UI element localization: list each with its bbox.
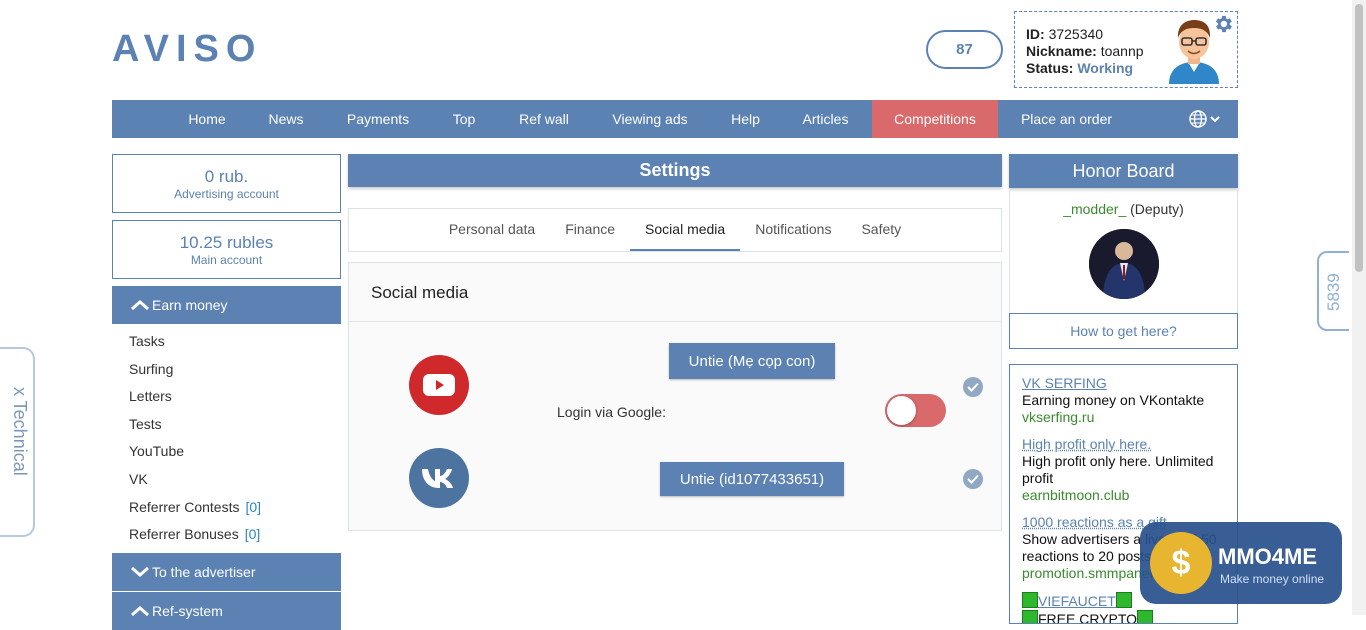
menu-youtube[interactable]: YouTube xyxy=(129,438,341,466)
dollar-coin-icon: $ xyxy=(1150,532,1212,594)
to-advertiser-header[interactable]: To the advertiser xyxy=(112,553,341,591)
menu-referrer-contests[interactable]: Referrer Contests [0] xyxy=(129,494,341,522)
ad-desc: FREE CRYPTO xyxy=(1038,611,1137,624)
chevron-down-icon xyxy=(130,566,150,578)
menu-referrer-bonuses[interactable]: Referrer Bonuses [0] xyxy=(129,521,341,549)
watermark-subtitle: Make money online xyxy=(1220,572,1324,586)
ad-item[interactable]: High profit only here. High profit only … xyxy=(1022,436,1225,504)
nav-viewing-ads[interactable]: Viewing ads xyxy=(588,100,712,138)
ad-url: vkserfing.ru xyxy=(1022,409,1225,426)
nav-news[interactable]: News xyxy=(244,100,328,138)
gear-icon[interactable] xyxy=(1212,13,1234,35)
ref-system-header[interactable]: Ref-system xyxy=(112,592,341,630)
green-check-icon xyxy=(1116,592,1132,608)
youtube-icon xyxy=(409,355,469,415)
chevron-up-icon xyxy=(130,299,150,311)
site-logo[interactable]: AVISO xyxy=(112,28,262,71)
toggle-knob xyxy=(887,396,916,425)
nav-place-order[interactable]: Place an order xyxy=(998,100,1135,138)
nav-help[interactable]: Help xyxy=(712,100,779,138)
earn-money-header[interactable]: Earn money xyxy=(112,286,341,324)
google-login-toggle[interactable] xyxy=(885,394,946,427)
left-sidebar: 0 rub. Advertising account 10.25 rubles … xyxy=(112,154,341,630)
scrollbar-thumb[interactable] xyxy=(1355,4,1363,272)
vk-icon xyxy=(409,448,469,508)
settings-title: Settings xyxy=(348,154,1002,187)
nav-top[interactable]: Top xyxy=(428,100,500,138)
earn-money-menu: Tasks Surfing Letters Tests YouTube VK R… xyxy=(112,324,341,553)
settings-main: Settings Personal data Finance Social me… xyxy=(348,154,1002,531)
ad-url: earnbitmoon.club xyxy=(1022,487,1225,504)
main-balance: 10.25 rubles xyxy=(113,233,340,252)
menu-tests[interactable]: Tests xyxy=(129,411,341,439)
nav-ref-wall[interactable]: Ref wall xyxy=(500,100,588,138)
menu-surfing[interactable]: Surfing xyxy=(129,356,341,384)
online-counter-tab[interactable]: 5839 xyxy=(1317,251,1349,331)
nav-competitions[interactable]: Competitions xyxy=(872,100,998,138)
untie-youtube-button[interactable]: Untie (Mẹ cọp con) xyxy=(669,343,835,379)
green-check-icon xyxy=(1022,592,1038,608)
ad-title[interactable]: VIEFAUCET xyxy=(1038,593,1116,609)
balance-badge[interactable]: 87 xyxy=(926,30,1003,69)
referrer-contests-count: [0] xyxy=(245,499,261,515)
advertising-account-box[interactable]: 0 rub. Advertising account xyxy=(112,154,341,213)
honor-user: _modder_ (Deputy) xyxy=(1010,201,1237,217)
ad-desc: High profit only here. Unlimited profit xyxy=(1022,453,1225,487)
social-media-panel: Social media Untie (Mẹ cọp con) Login vi… xyxy=(348,262,1002,531)
green-check-icon xyxy=(1022,610,1038,624)
settings-tabs: Personal data Finance Social media Notif… xyxy=(348,208,1002,252)
nav-spacer xyxy=(112,100,170,138)
main-label: Main account xyxy=(113,252,340,268)
main-account-box[interactable]: 10.25 rubles Main account xyxy=(112,220,341,279)
tab-finance[interactable]: Finance xyxy=(550,209,630,251)
ad-desc: Earning money on VKontakte xyxy=(1022,392,1225,409)
page-scrollbar[interactable] xyxy=(1352,0,1366,615)
panel-title: Social media xyxy=(349,263,1001,322)
ad-item[interactable]: VK SERFING Earning money on VKontakte vk… xyxy=(1022,375,1225,426)
profile-card: ID: 3725340 Nickname: toannp Status: Wor… xyxy=(1014,11,1238,88)
tab-notifications[interactable]: Notifications xyxy=(740,209,846,251)
how-to-get-here-button[interactable]: How to get here? xyxy=(1009,313,1238,349)
tab-personal-data[interactable]: Personal data xyxy=(434,209,550,251)
menu-tasks[interactable]: Tasks xyxy=(129,328,341,356)
honor-user-name[interactable]: _modder_ xyxy=(1063,201,1126,217)
check-circle-icon xyxy=(963,469,983,489)
watermark-title: MMO4ME xyxy=(1218,544,1317,570)
tab-safety[interactable]: Safety xyxy=(846,209,916,251)
referrer-bonuses-count: [0] xyxy=(245,526,261,542)
honor-avatar[interactable] xyxy=(1089,229,1159,299)
watermark-badge: $ MMO4ME Make money online xyxy=(1140,522,1342,604)
nav-articles[interactable]: Articles xyxy=(779,100,872,138)
menu-letters[interactable]: Letters xyxy=(129,383,341,411)
menu-vk[interactable]: VK xyxy=(129,466,341,494)
untie-vk-button[interactable]: Untie (id1077433651) xyxy=(660,462,844,496)
globe-language-icon[interactable] xyxy=(1188,109,1224,129)
check-circle-icon xyxy=(963,377,983,397)
honor-board: _modder_ (Deputy) xyxy=(1009,188,1238,313)
nav-home[interactable]: Home xyxy=(170,100,244,138)
ad-title[interactable]: VK SERFING xyxy=(1022,375,1225,392)
technical-support-tab[interactable]: x Technical xyxy=(0,347,35,537)
google-login-label: Login via Google: xyxy=(557,404,666,420)
main-nav: Home News Payments Top Ref wall Viewing … xyxy=(112,100,1238,138)
honor-board-title: Honor Board xyxy=(1009,154,1238,188)
green-check-icon xyxy=(1137,610,1153,624)
advertising-balance: 0 rub. xyxy=(113,167,340,186)
ad-title[interactable]: High profit only here. xyxy=(1022,436,1225,453)
tab-social-media[interactable]: Social media xyxy=(630,209,740,251)
nav-payments[interactable]: Payments xyxy=(328,100,428,138)
advertising-label: Advertising account xyxy=(113,186,340,202)
